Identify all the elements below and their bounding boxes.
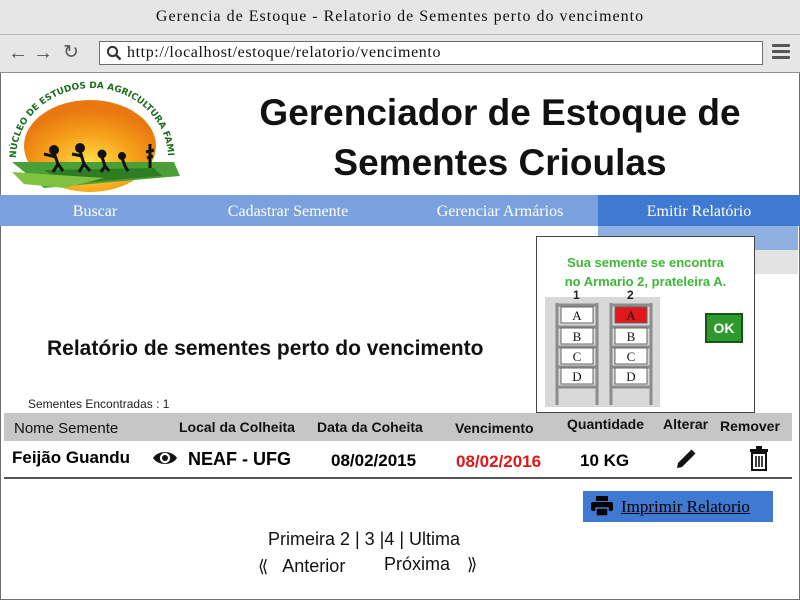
previous-label: Anterior: [282, 556, 346, 576]
location-popup: Sua semente se encontra no Armario 2, pr…: [536, 236, 755, 413]
cell-data: 08/02/2015: [331, 451, 417, 470]
col-alterar: Alterar: [663, 416, 709, 432]
next-label: Próxima: [384, 554, 451, 574]
address-bar[interactable]: http://localhost/estoque/relatorio/venci…: [99, 41, 763, 65]
url-text: http://localhost/estoque/relatorio/venci…: [127, 44, 442, 61]
col-quantidade: Quantidade: [567, 416, 645, 432]
col-data-colheita: Data da Coheita: [317, 419, 423, 435]
delete-trash-icon[interactable]: [749, 446, 769, 472]
print-report-label: Imprimir Relatorio: [621, 497, 750, 516]
cell-local: NEAF - UFG: [188, 449, 291, 469]
shelf-1-a: A: [572, 308, 582, 323]
shelf-2-c: C: [627, 349, 636, 364]
search-icon: [106, 45, 122, 61]
shelf-2-d: D: [626, 369, 635, 384]
col-vencimento: Vencimento: [455, 420, 534, 436]
shelf-1-d: D: [572, 369, 581, 384]
pagination[interactable]: Primeira 2 | 3 |4 | Ultima: [0, 529, 728, 550]
edit-pencil-icon[interactable]: [674, 447, 698, 471]
ok-button[interactable]: OK: [705, 313, 743, 343]
table-header: Nome Semente Local da Colheita Data da C…: [4, 413, 792, 441]
pagination-next[interactable]: Próxima ⟩⟩: [384, 554, 477, 575]
browser-menu-icon[interactable]: [772, 44, 790, 62]
report-title: Relatório de sementes perto do venciment…: [47, 337, 484, 360]
shelf-1-c: C: [573, 349, 582, 364]
back-icon[interactable]: ←: [8, 41, 28, 65]
table-row: Feijão Guandu NEAF - UFG 08/02/2015 08/0…: [4, 441, 792, 479]
neaf-logo: NÚCLEO DE ESTUDOS DA AGRICULTURA FAMILIA…: [1, 73, 182, 197]
col-nome-semente: Nome Semente: [14, 420, 119, 437]
nav-gerenciar-armarios[interactable]: Gerenciar Armários: [400, 195, 600, 226]
double-chevron-left-icon: ⟨⟨: [258, 557, 268, 576]
double-chevron-right-icon: ⟩⟩: [467, 555, 477, 574]
popup-message: Sua semente se encontra no Armario 2, pr…: [564, 255, 727, 289]
cell-quantidade: 10 KG: [580, 451, 630, 470]
col-local-colheita: Local da Colheita: [179, 419, 295, 435]
nav-cadastrar-semente[interactable]: Cadastrar Semente: [190, 195, 386, 226]
app-title-line2: Sementes Crioulas: [333, 142, 667, 183]
forward-icon[interactable]: →: [33, 41, 53, 65]
printer-icon: [591, 496, 613, 517]
main-nav: Buscar Cadastrar Semente Gerenciar Armár…: [0, 195, 800, 226]
cell-nome: Feijão Guandu: [12, 448, 131, 467]
cell-vencimento: 08/02/2016: [456, 452, 542, 471]
shelf-1-b: B: [573, 329, 582, 344]
results-count: Sementes Encontradas : 1: [28, 397, 170, 411]
cabinet-1-number: 1: [573, 288, 580, 302]
cabinet-2-number: 2: [627, 288, 634, 302]
app-title-line1: Gerenciador de Estoque de: [259, 92, 741, 133]
pagination-previous[interactable]: ⟨⟨ Anterior: [258, 556, 345, 577]
print-report-button[interactable]: Imprimir Relatorio: [583, 491, 773, 522]
reload-icon[interactable]: ↻: [63, 41, 79, 65]
nav-buscar[interactable]: Buscar: [0, 195, 190, 226]
window-title: Gerencia de Estoque - Relatorio de Semen…: [0, 0, 800, 35]
browser-toolbar: ← → ↻ http://localhost/estoque/relatorio…: [0, 35, 800, 73]
col-remover: Remover: [720, 418, 780, 434]
view-eye-icon[interactable]: [152, 448, 178, 468]
shelf-2-a: A: [626, 308, 636, 323]
nav-emitir-relatorio[interactable]: Emitir Relatório: [598, 195, 800, 226]
shelf-2-b: B: [627, 329, 636, 344]
cabinet-diagram: 1 2 A B C D A B C D: [545, 288, 660, 407]
app-title: Gerenciador de Estoque de Sementes Criou…: [210, 88, 790, 188]
